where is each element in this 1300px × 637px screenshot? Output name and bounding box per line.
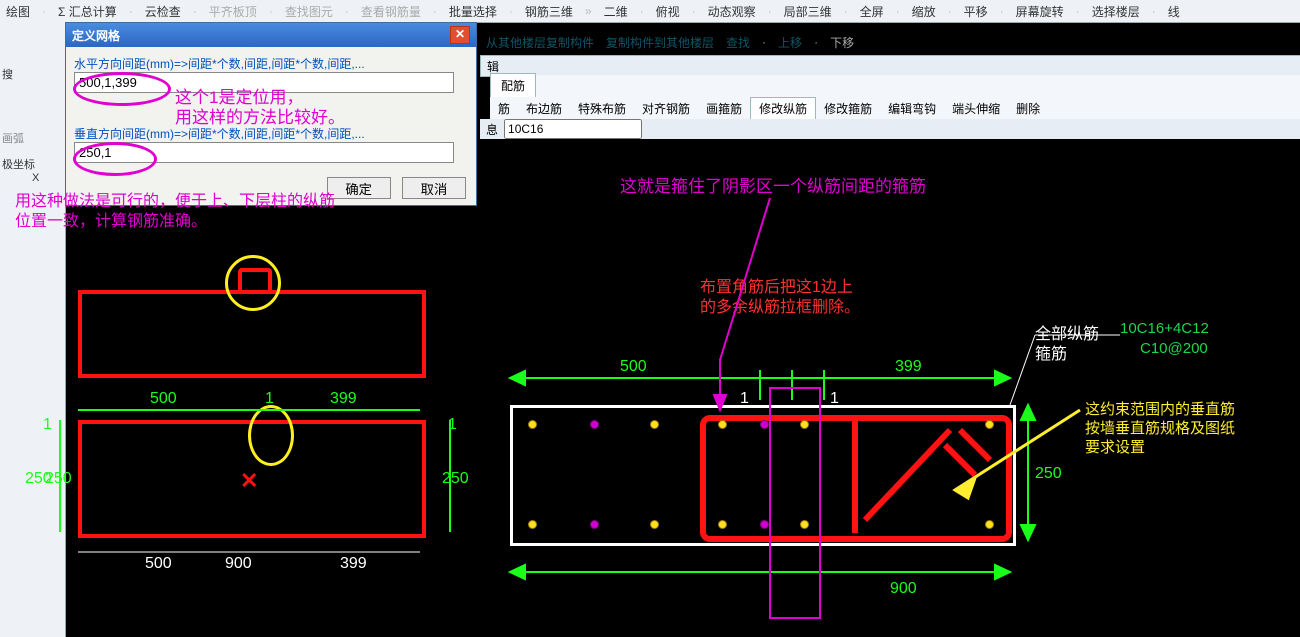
tool-3d[interactable]: 钢筋三维	[519, 3, 579, 20]
dot	[985, 520, 994, 529]
left-polar[interactable]: 极坐标	[2, 156, 63, 172]
left-arc[interactable]: 画弧	[2, 130, 63, 146]
tool-rotate[interactable]: 屏幕旋转	[1010, 3, 1070, 20]
v-label: 垂直方向间距(mm)=>间距*个数,间距,间距*个数,间距,...	[74, 127, 365, 141]
dim-l-900b: 900	[225, 555, 252, 573]
tool-sum[interactable]: Σ 汇总计算	[52, 3, 123, 20]
tool-batch[interactable]: 批量选择	[443, 3, 503, 20]
dim-l-500t: 500	[150, 390, 177, 408]
dot	[760, 420, 769, 429]
red-squiggle	[238, 268, 272, 290]
info-label: 息	[480, 121, 504, 138]
close-icon[interactable]: ✕	[450, 26, 470, 44]
dim-r-500: 500	[620, 358, 647, 376]
h-label: 水平方向间距(mm)=>间距*个数,间距,间距*个数,间距,...	[74, 57, 365, 71]
dim-l-399t: 399	[330, 390, 357, 408]
tab-rebar[interactable]: 配筋	[490, 73, 536, 97]
tool-line[interactable]: 线	[1162, 3, 1186, 20]
cancel-button[interactable]: 取消	[402, 177, 466, 199]
toolbar2: 从其他楼层复制构件 复制构件到其他楼层 查找· 上移· 下移	[480, 32, 860, 52]
tool-align[interactable]: 平齐板顶	[203, 3, 263, 20]
dim-l-399b: 399	[340, 555, 367, 573]
dot	[718, 420, 727, 429]
tool-topview[interactable]: 俯视	[650, 3, 686, 20]
left-panel: 搜 画弧 极坐标 X	[0, 22, 66, 637]
dim-r-1a: 1	[740, 390, 749, 408]
dot	[800, 520, 809, 529]
tool-zoom[interactable]: 缩放	[906, 3, 942, 20]
tool-draw[interactable]: 绘图	[0, 3, 36, 20]
tool-find2[interactable]: 查找	[720, 34, 756, 51]
anno-2: 用这种做法是可行的，便于上、下层柱的纵筋位置一致，计算钢筋准确。	[15, 192, 335, 232]
tool-cloud[interactable]: 云检查	[139, 3, 187, 20]
subtab-0[interactable]: 筋	[490, 100, 518, 117]
search-label: 搜	[2, 66, 63, 82]
red-x-icon: ✕	[240, 468, 258, 494]
subtab-end[interactable]: 端头伸缩	[944, 100, 1008, 117]
rebar-val-1: 10C16+4C12	[1120, 320, 1209, 337]
rebar-val-2: C10@200	[1140, 340, 1208, 357]
dim-r-399: 399	[895, 358, 922, 376]
tool-copyfrom[interactable]: 从其他楼层复制构件	[480, 34, 600, 51]
subtab-modlong[interactable]: 修改纵筋	[750, 97, 816, 120]
dim-l-250lb: 250	[45, 470, 72, 488]
tool-up[interactable]: 上移	[772, 34, 808, 51]
tool-2d[interactable]: 二维	[598, 3, 634, 20]
anno-5: 这约束范围内的垂直筋按墙垂直筋规格及图纸要求设置	[1085, 400, 1235, 457]
edit-header: 辑	[480, 55, 1300, 77]
dot	[718, 520, 727, 529]
rebar-label-2: 箍筋	[1035, 340, 1067, 364]
red-divider	[852, 421, 858, 533]
tool-dyn[interactable]: 动态观察	[702, 3, 762, 20]
yellow-ellipse-1	[248, 405, 294, 466]
main-toolbar: 绘图· Σ 汇总计算· 云检查· 平齐板顶· 查找图元· 查看钢筋量· 批量选择…	[0, 0, 1300, 23]
tabrow: 配筋	[490, 75, 1300, 97]
dot	[590, 520, 599, 529]
dot	[590, 420, 599, 429]
subtab-hook[interactable]: 编辑弯钩	[880, 100, 944, 117]
dot	[985, 420, 994, 429]
dialog-title: 定义网格	[72, 27, 120, 44]
tool-pan[interactable]: 平移	[958, 3, 994, 20]
dim-r-250: 250	[1035, 465, 1062, 483]
subtab-side[interactable]: 布边筋	[518, 100, 570, 117]
dot	[760, 520, 769, 529]
subtab-modhoop[interactable]: 修改箍筋	[816, 100, 880, 117]
dim-l-500b: 500	[145, 555, 172, 573]
dim-l-1t: 1	[265, 390, 274, 408]
dot	[528, 520, 537, 529]
subtab-row: 筋 布边筋 特殊布筋 对齐钢筋 画箍筋 修改纵筋 修改箍筋 编辑弯钩 端头伸缩 …	[490, 97, 1300, 119]
anno-1: 这个1是定位用，用这样的方法比较好。	[175, 88, 345, 128]
tool-floor[interactable]: 选择楼层	[1086, 3, 1146, 20]
dot	[800, 420, 809, 429]
tool-rebar-q[interactable]: 查看钢筋量	[355, 3, 427, 20]
subtab-special[interactable]: 特殊布筋	[570, 100, 634, 117]
tool-find[interactable]: 查找图元	[279, 3, 339, 20]
h-value-highlight	[73, 72, 171, 106]
dim-l-250r: 250	[442, 470, 469, 488]
infobar: 息	[480, 119, 1300, 139]
dim-r-1b: 1	[830, 390, 839, 408]
dim-r-900: 900	[890, 580, 917, 598]
dialog-titlebar[interactable]: 定义网格 ✕	[66, 23, 476, 47]
anno-4: 布置角筋后把这1边上的多余纵筋拉框删除。	[700, 278, 860, 318]
info-input[interactable]	[504, 119, 642, 139]
tool-down[interactable]: 下移	[824, 34, 860, 51]
subtab-del[interactable]: 删除	[1008, 100, 1048, 117]
left-x: X	[2, 172, 39, 184]
dim-l-1rt: 1	[448, 416, 457, 434]
subtab-drawhoop[interactable]: 画箍筋	[698, 100, 750, 117]
dim-l-1lt: 1	[43, 416, 52, 434]
tool-full[interactable]: 全屏	[854, 3, 890, 20]
tool-local3d[interactable]: 局部三维	[778, 3, 838, 20]
ok-button[interactable]: 确定	[327, 177, 391, 199]
dot	[528, 420, 537, 429]
dot	[650, 520, 659, 529]
tool-copyto[interactable]: 复制构件到其他楼层	[600, 34, 720, 51]
subtab-align[interactable]: 对齐钢筋	[634, 100, 698, 117]
anno-3: 这就是箍住了阴影区一个纵筋间距的箍筋	[620, 177, 926, 197]
dot	[650, 420, 659, 429]
v-value-highlight	[73, 142, 157, 176]
